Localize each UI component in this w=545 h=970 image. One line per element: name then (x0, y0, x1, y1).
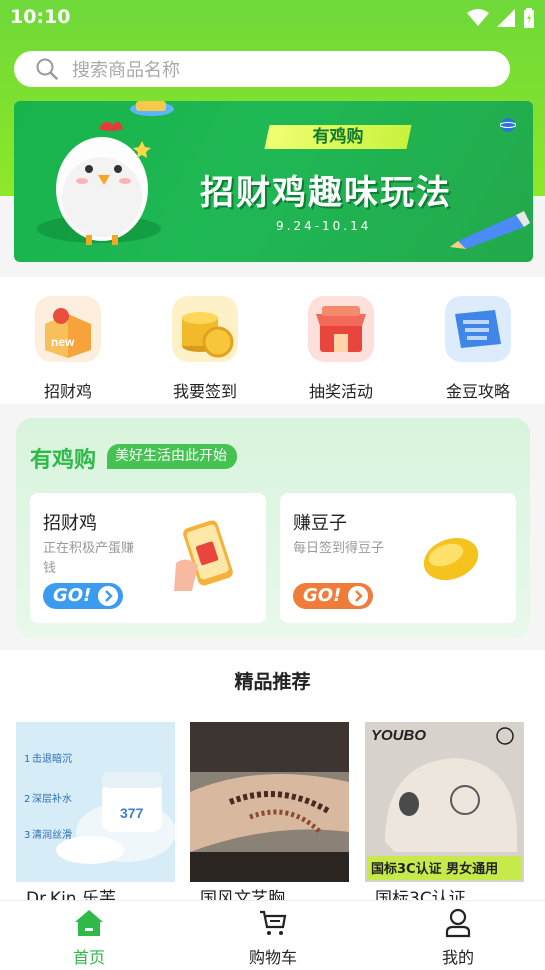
quick-action-lottery[interactable]: 抽奖活动 (296, 296, 386, 402)
svg-text:击退暗沉: 击退暗沉 (32, 752, 72, 765)
signal-icon (497, 9, 515, 27)
svg-text:清润丝滑: 清润丝滑 (32, 828, 72, 841)
battery-icon (524, 8, 534, 28)
quick-action-label: 招财鸡 (43, 382, 92, 401)
status-time: 10:10 (10, 6, 71, 28)
quick-action-label: 抽奖活动 (308, 382, 373, 401)
tab-label: 我的 (441, 948, 474, 967)
chicken-mascot-icon (37, 101, 174, 245)
banner-date: 9.24-10.14 (276, 219, 372, 233)
quick-action-guide[interactable]: 金豆攻略 (433, 296, 523, 402)
product-card-bracelet[interactable] (190, 722, 349, 882)
recommend-title: 精品推荐 (234, 671, 311, 693)
tab-home[interactable]: 首页 (29, 901, 149, 970)
quick-action-checkin[interactable]: 我要签到 (160, 296, 250, 402)
tab-label: 购物车 (248, 948, 297, 967)
status-icons (467, 8, 535, 28)
chevron-right-icon (98, 586, 118, 606)
go-button[interactable]: GO! (293, 583, 373, 609)
svg-text:new: new (51, 335, 75, 349)
product-card-helmet[interactable]: YOUBO 国标3C认证 男女通用 (365, 722, 524, 882)
user-icon (445, 908, 471, 938)
search-icon (36, 58, 58, 80)
search-placeholder: 搜索商品名称 (72, 60, 180, 81)
product-image-bracelet (190, 722, 349, 882)
card-title: 赚豆子 (293, 513, 347, 534)
new-gift-box-icon: new (35, 296, 101, 362)
banner-title: 招财鸡趣味玩法 (200, 173, 452, 213)
shopping-cart-icon (260, 910, 287, 935)
promo-card-zhaocaiji[interactable]: 招财鸡 正在积极产蛋赚钱 GO! (30, 493, 266, 623)
product-name[interactable]: Dr.Kin 乐芙 (26, 886, 176, 900)
product-image-helmet: YOUBO 国标3C认证 男女通用 (365, 722, 524, 882)
banner-tag: 有鸡购 (264, 125, 412, 149)
svg-text:2: 2 (24, 794, 30, 805)
quick-action-label: 金豆攻略 (445, 382, 510, 401)
card-desc: 正在积极产蛋赚钱 (43, 541, 135, 576)
go-button[interactable]: GO! (43, 583, 123, 609)
shop-awning-icon (308, 296, 374, 362)
tab-cart[interactable]: 购物车 (213, 901, 333, 970)
tab-profile[interactable]: 我的 (398, 901, 518, 970)
promo-banner[interactable]: 有鸡购 招财鸡趣味玩法 9.24-10.14 (14, 101, 533, 262)
scroll-guide-icon (445, 296, 511, 362)
search-bar[interactable]: 搜索商品名称 (14, 51, 510, 87)
promo-slogan: 美好生活由此开始 (107, 444, 237, 469)
gold-bean-icon (423, 537, 479, 581)
quick-action-zhaocaiji[interactable]: new 招财鸡 (23, 296, 113, 402)
svg-text:1: 1 (24, 754, 30, 765)
chevron-right-icon (348, 586, 368, 606)
svg-text:377: 377 (120, 805, 144, 821)
pencil-icon (450, 211, 530, 249)
planet-icon (500, 118, 516, 132)
status-bar: 10:10 (0, 0, 545, 36)
product-image-skincare: 377 1 击退暗沉 2 深层补水 3 清润丝滑 (16, 722, 175, 882)
phone-red-packet-icon (174, 520, 233, 591)
promo-brand: 有鸡购 (30, 448, 97, 473)
quick-actions: new 招财鸡 我要签到 抽奖活动 金豆攻略 (0, 277, 545, 404)
card-desc: 每日签到得豆子 (293, 541, 385, 556)
product-card-skincare[interactable]: 377 1 击退暗沉 2 深层补水 3 清润丝滑 (16, 722, 175, 882)
bottom-tab-bar: 首页 购物车 我的 (0, 900, 545, 970)
promo-section: 有鸡购 美好生活由此开始 招财鸡 正在积极产蛋赚钱 GO! 赚豆子 每日签到得豆… (16, 418, 530, 638)
card-title: 招财鸡 (43, 513, 97, 534)
svg-text:国标3C认证 男女通用: 国标3C认证 男女通用 (371, 861, 498, 877)
product-name[interactable]: 国风文艺胸 (200, 886, 350, 900)
quick-action-label: 我要签到 (172, 382, 237, 401)
product-name[interactable]: 国标3C认证 (375, 886, 525, 900)
svg-text:3: 3 (24, 830, 30, 841)
svg-text:深层补水: 深层补水 (32, 792, 72, 805)
svg-text:YOUBO: YOUBO (371, 727, 426, 744)
tab-label: 首页 (72, 948, 105, 967)
promo-card-beans[interactable]: 赚豆子 每日签到得豆子 GO! (280, 493, 516, 623)
gold-coins-icon (172, 296, 238, 362)
wifi-icon (467, 9, 489, 26)
home-icon (75, 910, 103, 936)
